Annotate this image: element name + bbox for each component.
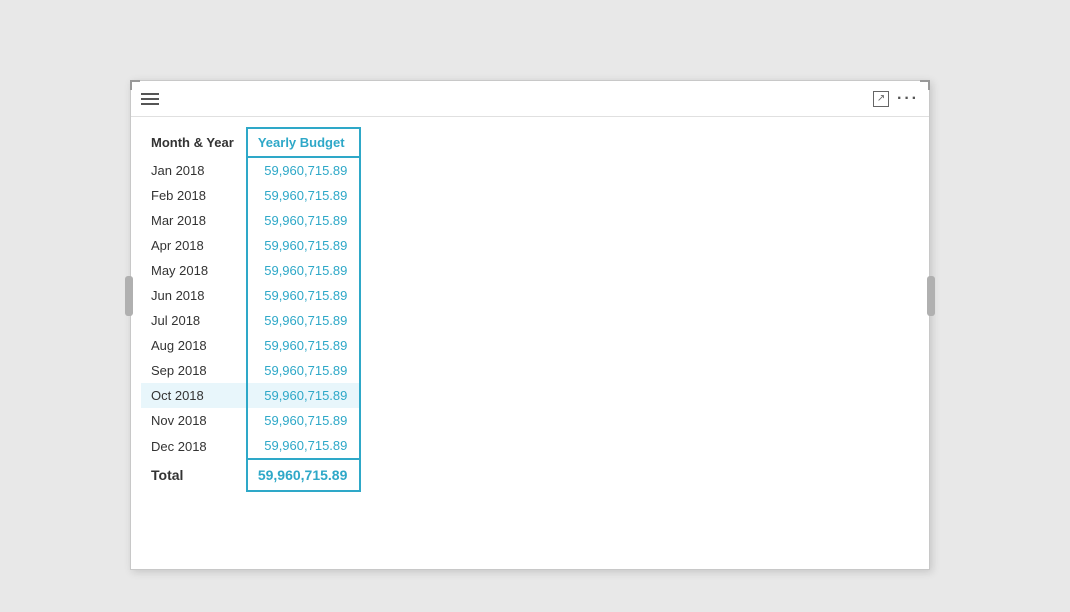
data-table: Month & Year Yearly Budget Jan 201859,96… [141,127,361,492]
table-row[interactable]: Nov 201859,960,715.89 [141,408,360,433]
cell-budget: 59,960,715.89 [247,283,361,308]
cell-month: May 2018 [141,258,247,283]
table-row[interactable]: Jul 201859,960,715.89 [141,308,360,333]
resize-handle-right[interactable] [927,276,935,316]
total-value: 59,960,715.89 [247,459,361,491]
table-row[interactable]: Jun 201859,960,715.89 [141,283,360,308]
table-row[interactable]: Sep 201859,960,715.89 [141,358,360,383]
toolbar: ··· [131,81,929,117]
col-budget-header: Yearly Budget [247,128,361,157]
more-icon[interactable]: ··· [897,90,919,108]
col-month-header: Month & Year [141,128,247,157]
table-row[interactable]: Oct 201859,960,715.89 [141,383,360,408]
cell-month: Jun 2018 [141,283,247,308]
cell-budget: 59,960,715.89 [247,333,361,358]
total-row: Total 59,960,715.89 [141,459,360,491]
cell-budget: 59,960,715.89 [247,408,361,433]
table-container: Month & Year Yearly Budget Jan 201859,96… [141,117,361,502]
resize-handle-left[interactable] [125,276,133,316]
cell-month: Oct 2018 [141,383,247,408]
hamburger-icon[interactable] [141,93,159,105]
cell-month: Nov 2018 [141,408,247,433]
table-row[interactable]: Mar 201859,960,715.89 [141,208,360,233]
expand-icon[interactable] [873,91,889,107]
toolbar-right: ··· [873,90,919,108]
cell-month: Jul 2018 [141,308,247,333]
cell-budget: 59,960,715.89 [247,383,361,408]
cell-budget: 59,960,715.89 [247,258,361,283]
cell-month: Dec 2018 [141,433,247,459]
cell-budget: 59,960,715.89 [247,208,361,233]
cell-budget: 59,960,715.89 [247,157,361,183]
cell-month: Jan 2018 [141,157,247,183]
cell-month: Feb 2018 [141,183,247,208]
cell-month: Apr 2018 [141,233,247,258]
table-row[interactable]: Apr 201859,960,715.89 [141,233,360,258]
cell-budget: 59,960,715.89 [247,308,361,333]
cell-month: Mar 2018 [141,208,247,233]
table-row[interactable]: Jan 201859,960,715.89 [141,157,360,183]
cell-budget: 59,960,715.89 [247,358,361,383]
table-row[interactable]: Feb 201859,960,715.89 [141,183,360,208]
table-row[interactable]: Aug 201859,960,715.89 [141,333,360,358]
total-label: Total [141,459,247,491]
cell-month: Aug 2018 [141,333,247,358]
cell-budget: 59,960,715.89 [247,183,361,208]
window-panel: ··· Month & Year Yearly Budget Jan 20185… [130,80,930,570]
table-row[interactable]: May 201859,960,715.89 [141,258,360,283]
cell-budget: 59,960,715.89 [247,433,361,459]
toolbar-left [141,93,159,105]
cell-budget: 59,960,715.89 [247,233,361,258]
table-row[interactable]: Dec 201859,960,715.89 [141,433,360,459]
cell-month: Sep 2018 [141,358,247,383]
canvas: ··· Month & Year Yearly Budget Jan 20185… [0,0,1070,612]
